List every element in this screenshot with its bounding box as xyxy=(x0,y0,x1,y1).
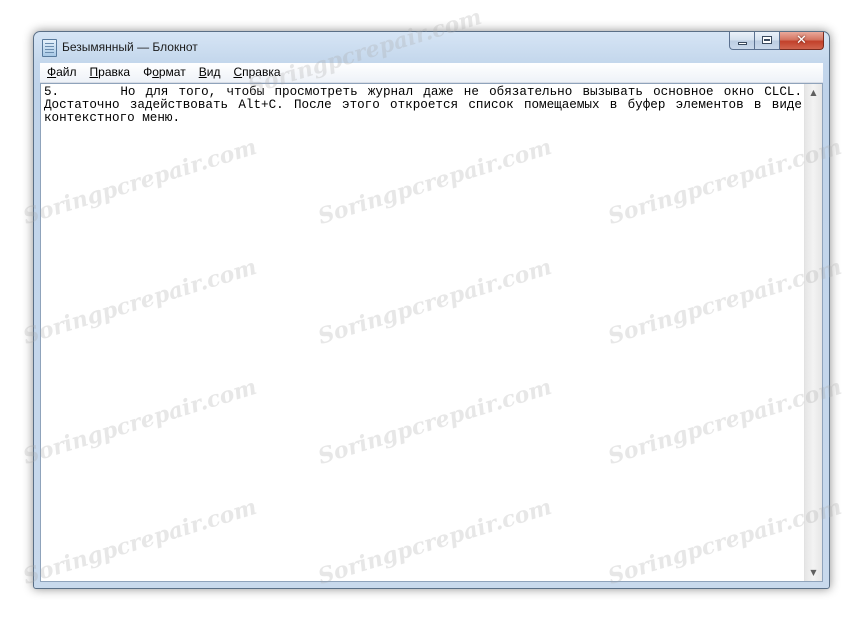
window-controls: ✕ xyxy=(729,32,824,51)
menu-format[interactable]: Формат xyxy=(136,63,192,82)
menu-edit-hotkey: П xyxy=(89,65,99,79)
menu-view[interactable]: Вид xyxy=(192,63,227,82)
minimize-button[interactable] xyxy=(729,32,755,50)
maximize-icon xyxy=(762,36,772,44)
menu-file[interactable]: Файл xyxy=(40,63,83,82)
menu-file-label: айл xyxy=(56,65,77,79)
menu-help-hotkey: С xyxy=(233,65,243,79)
menu-view-label: ид xyxy=(206,65,221,79)
vertical-scrollbar[interactable]: ▲ ▼ xyxy=(804,84,822,581)
menu-file-hotkey: Ф xyxy=(47,65,57,79)
close-button[interactable]: ✕ xyxy=(780,32,824,50)
menu-help[interactable]: Справка xyxy=(226,63,286,82)
scroll-down-icon[interactable]: ▼ xyxy=(805,564,822,581)
text-editor[interactable]: 5. Но для того, чтобы просмотреть журнал… xyxy=(40,83,823,582)
close-icon: ✕ xyxy=(796,33,807,48)
menu-view-hotkey: В xyxy=(198,65,207,79)
scroll-up-icon[interactable]: ▲ xyxy=(805,84,822,101)
menu-bar: Файл Правка Формат Вид Справка xyxy=(40,63,823,83)
notepad-window: Безымянный — Блокнот ✕ Файл Правка Форма… xyxy=(33,31,830,589)
menu-help-label: правка xyxy=(242,65,281,79)
scroll-track[interactable] xyxy=(805,101,822,564)
menu-format-hotkey: Ф xyxy=(143,65,153,79)
minimize-icon xyxy=(738,42,747,45)
window-title: Безымянный — Блокнот xyxy=(62,40,198,54)
maximize-button[interactable] xyxy=(755,32,780,50)
notepad-app-icon[interactable] xyxy=(42,39,57,57)
editor-content[interactable]: 5. Но для того, чтобы просмотреть журнал… xyxy=(43,84,802,581)
menu-format-label: рмат xyxy=(158,65,186,79)
menu-format-o: о xyxy=(152,65,159,79)
title-bar[interactable]: Безымянный — Блокнот ✕ xyxy=(34,32,829,62)
menu-edit-label: равка xyxy=(98,65,131,79)
menu-edit[interactable]: Правка xyxy=(83,63,137,82)
